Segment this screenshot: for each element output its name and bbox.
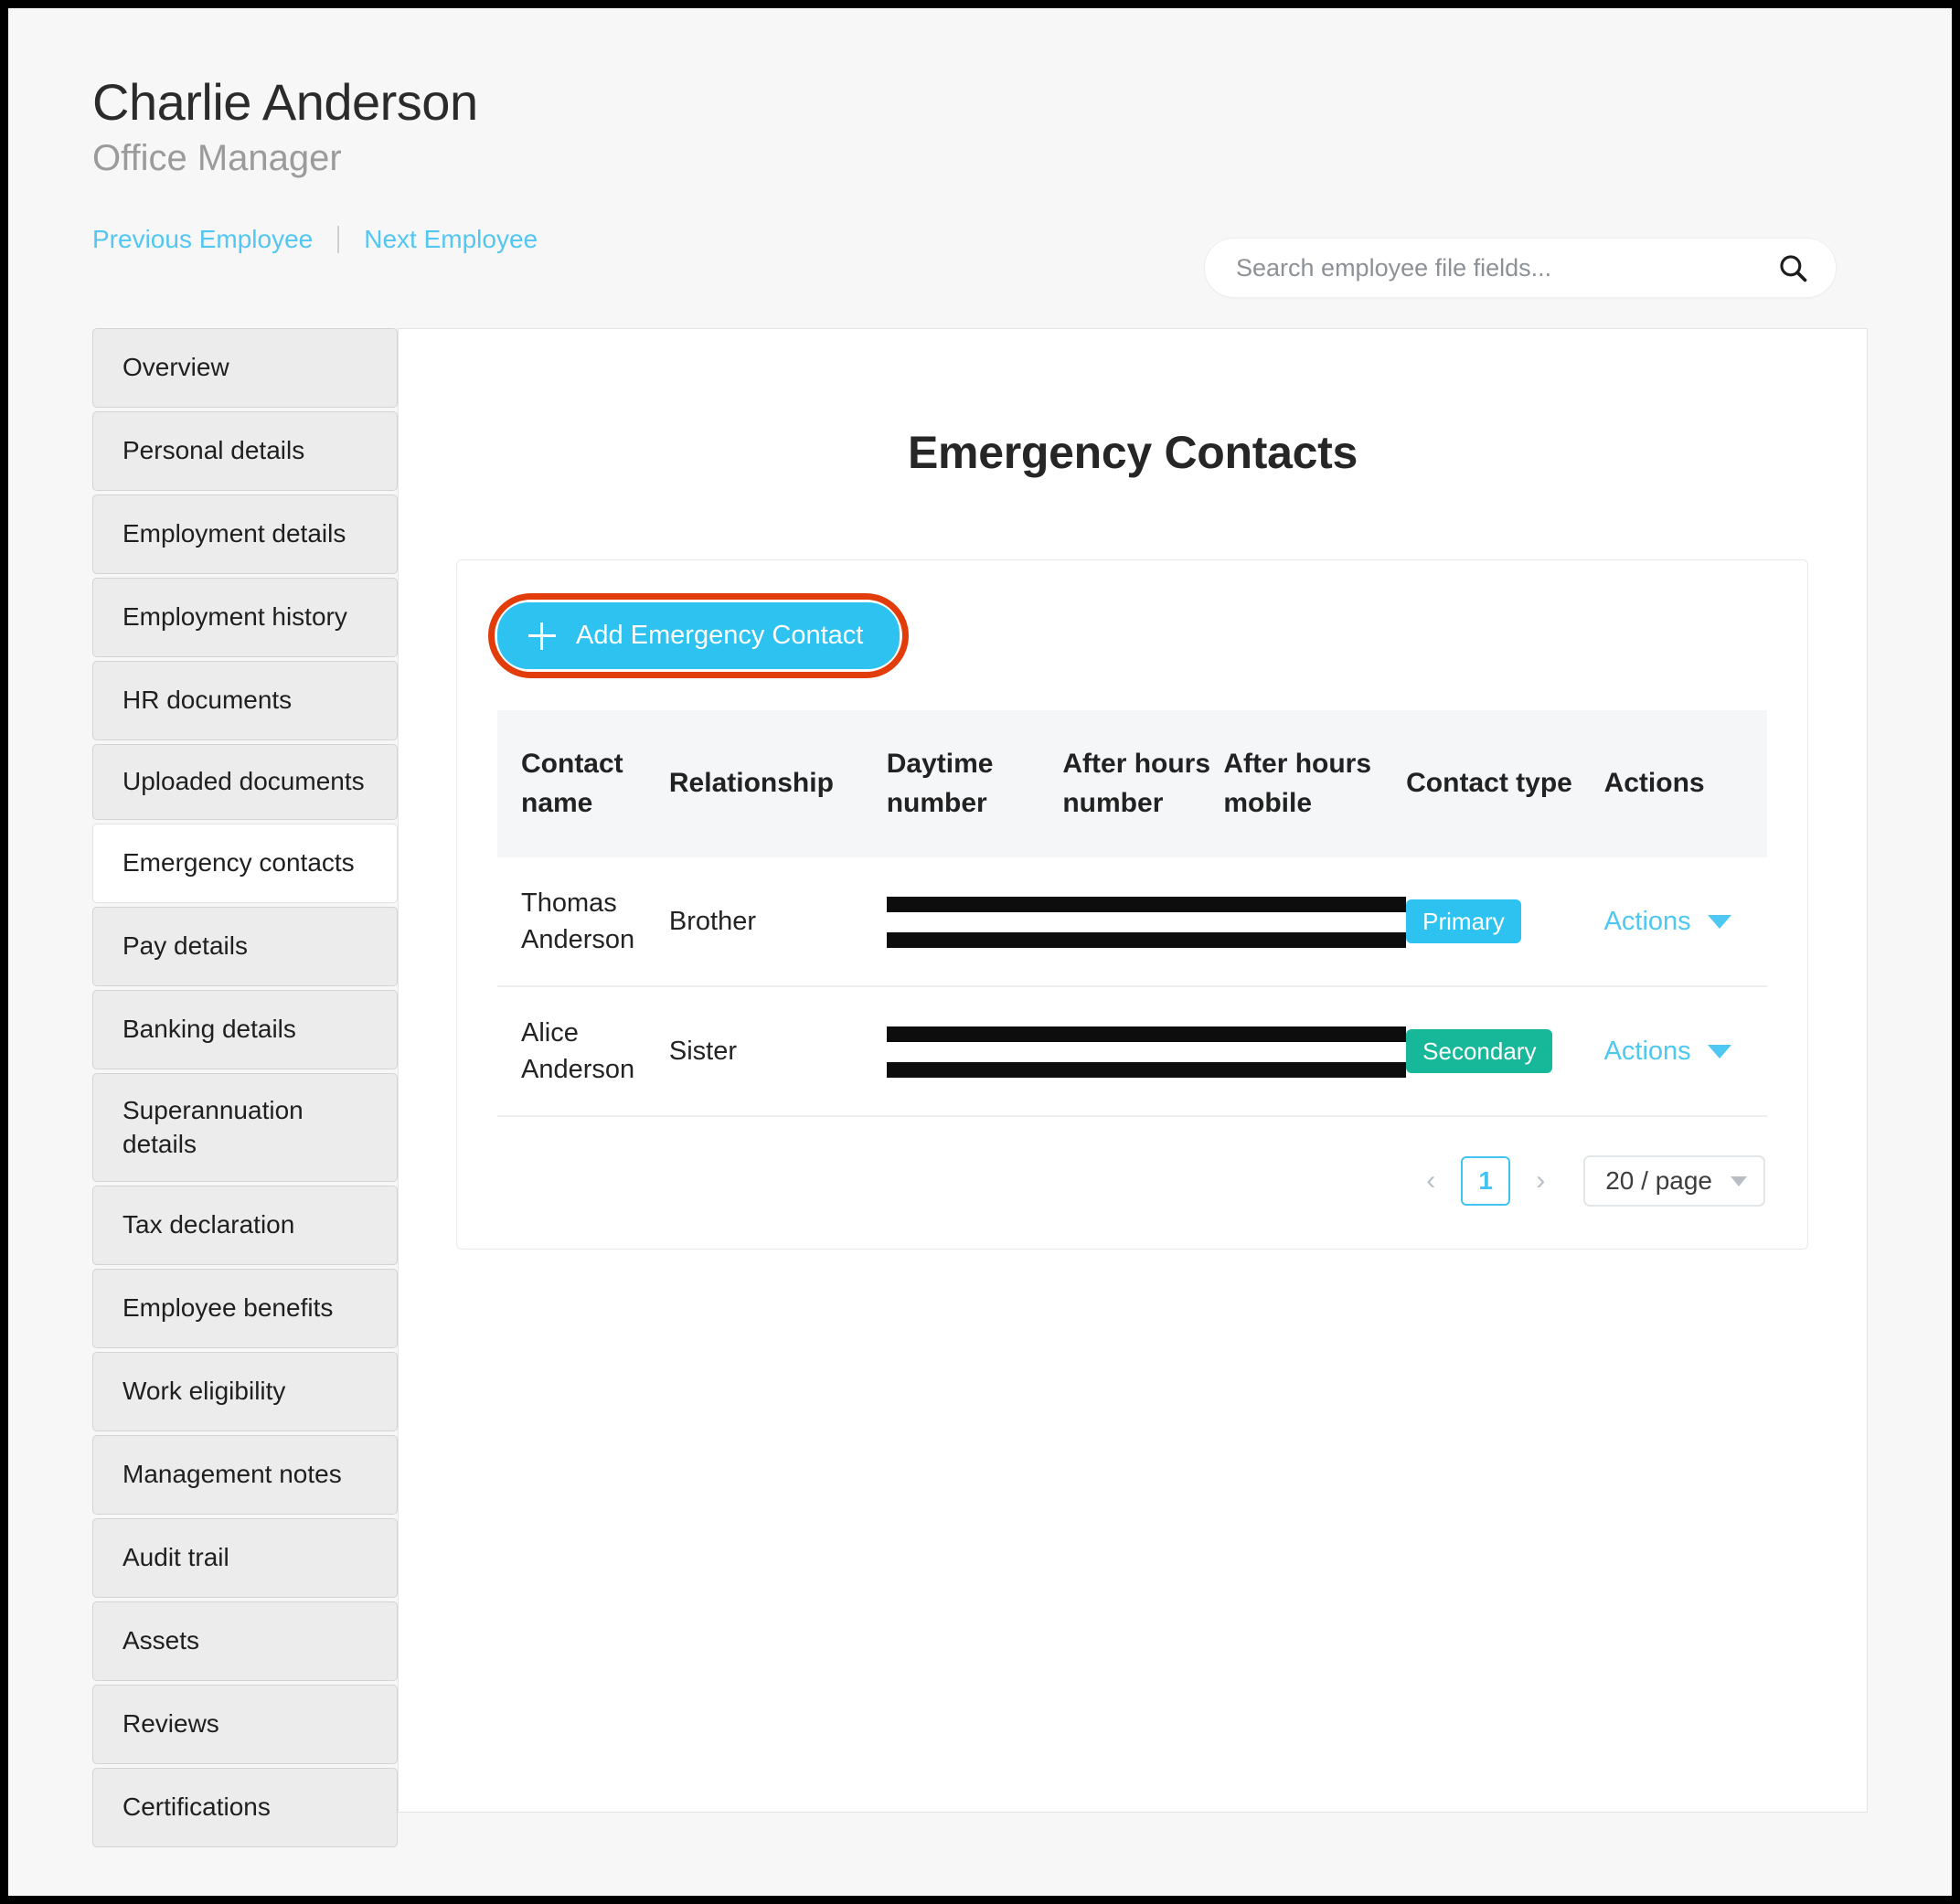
- table-body: Thomas Anderson Brother Primary Actions …: [497, 857, 1767, 1118]
- status-badge: Secondary: [1406, 1029, 1553, 1074]
- row-actions-label: Actions: [1603, 907, 1691, 937]
- column-header-after-hours-number[interactable]: After hours number: [1062, 710, 1223, 857]
- sidebar-item-superannuation-details[interactable]: Superannuation details: [92, 1072, 398, 1183]
- sidebar: Overview Personal details Employment det…: [92, 328, 398, 1851]
- cell-redacted-phone-numbers: [886, 986, 1407, 1118]
- plus-icon: [528, 622, 556, 650]
- sidebar-item-certifications[interactable]: Certifications: [92, 1768, 398, 1848]
- column-header-relationship[interactable]: Relationship: [669, 710, 887, 857]
- add-emergency-contact-label: Add Emergency Contact: [576, 621, 864, 650]
- redaction-bar: [886, 897, 1407, 913]
- previous-employee-link[interactable]: Previous Employee: [92, 225, 313, 254]
- section-title: Emergency Contacts: [908, 427, 1358, 478]
- cell-contact-name: Alice Anderson: [497, 986, 669, 1118]
- column-header-contact-type[interactable]: Contact type: [1406, 710, 1603, 857]
- chevron-down-icon: [1731, 1175, 1747, 1186]
- sidebar-item-audit-trail[interactable]: Audit trail: [92, 1518, 398, 1599]
- add-emergency-contact-button[interactable]: Add Emergency Contact: [497, 602, 900, 669]
- sidebar-item-employee-benefits[interactable]: Employee benefits: [92, 1269, 398, 1349]
- next-employee-link[interactable]: Next Employee: [364, 225, 538, 254]
- sidebar-item-assets[interactable]: Assets: [92, 1601, 398, 1682]
- search-container: [1204, 238, 1837, 298]
- sidebar-item-emergency-contacts[interactable]: Emergency contacts: [92, 823, 398, 903]
- redaction-bars: [886, 1021, 1407, 1081]
- sidebar-item-pay-details[interactable]: Pay details: [92, 906, 398, 986]
- sidebar-item-banking-details[interactable]: Banking details: [92, 989, 398, 1069]
- table-row: Alice Anderson Sister Secondary Actions: [497, 986, 1767, 1118]
- chevron-down-icon: [1707, 914, 1731, 929]
- cell-contact-type: Primary: [1406, 857, 1604, 988]
- column-header-daytime-number[interactable]: Daytime number: [887, 710, 1063, 857]
- cell-actions: Actions: [1603, 986, 1767, 1118]
- sidebar-item-tax-declaration[interactable]: Tax declaration: [92, 1186, 398, 1266]
- nav-divider: [337, 225, 340, 253]
- redaction-bars: [886, 891, 1407, 952]
- cell-relationship: Sister: [668, 986, 887, 1118]
- redaction-bar: [886, 932, 1407, 949]
- page-header: Charlie Anderson Office Manager Previous…: [8, 8, 1952, 254]
- search-input[interactable]: [1236, 253, 1777, 282]
- page-size-value: 20 / page: [1605, 1166, 1712, 1196]
- row-actions-dropdown[interactable]: Actions: [1604, 1033, 1731, 1069]
- sidebar-item-management-notes[interactable]: Management notes: [92, 1435, 398, 1516]
- row-actions-dropdown[interactable]: Actions: [1604, 903, 1731, 940]
- cell-contact-type: Secondary: [1406, 986, 1604, 1118]
- redaction-bar: [886, 1062, 1407, 1079]
- sidebar-item-work-eligibility[interactable]: Work eligibility: [92, 1352, 398, 1432]
- redaction-bar: [886, 1026, 1407, 1043]
- page-title: Charlie Anderson: [92, 73, 478, 131]
- emergency-contacts-table: Contact name Relationship Daytime number…: [497, 710, 1767, 1118]
- column-header-contact-name[interactable]: Contact name: [497, 710, 669, 857]
- search-icon[interactable]: [1777, 252, 1808, 283]
- cell-redacted-phone-numbers: [886, 857, 1407, 988]
- sidebar-item-personal-details[interactable]: Personal details: [92, 410, 398, 491]
- sidebar-item-hr-documents[interactable]: HR documents: [92, 660, 398, 740]
- main-content-card: Emergency Contacts Add Emergency Contact…: [398, 328, 1868, 1813]
- cell-contact-name: Thomas Anderson: [497, 857, 669, 988]
- body-layout: Overview Personal details Employment det…: [92, 328, 1868, 1896]
- search-box[interactable]: [1204, 238, 1837, 298]
- sidebar-item-employment-history[interactable]: Employment history: [92, 577, 398, 657]
- pagination: ‹ 1 › 20 / page: [497, 1155, 1767, 1207]
- add-emergency-contact-container: Add Emergency Contact: [488, 593, 910, 678]
- sidebar-item-uploaded-documents[interactable]: Uploaded documents: [92, 743, 398, 820]
- employee-role: Office Manager: [92, 137, 342, 178]
- column-header-after-hours-mobile[interactable]: After hours mobile: [1223, 710, 1406, 857]
- pagination-page-1[interactable]: 1: [1461, 1156, 1511, 1207]
- pagination-prev-button[interactable]: ‹: [1415, 1165, 1446, 1197]
- table-header-row: Contact name Relationship Daytime number…: [497, 710, 1767, 858]
- sidebar-item-overview[interactable]: Overview: [92, 328, 398, 408]
- sidebar-item-reviews[interactable]: Reviews: [92, 1685, 398, 1765]
- page-size-select[interactable]: 20 / page: [1583, 1155, 1765, 1207]
- status-badge: Primary: [1406, 899, 1521, 944]
- pagination-next-button[interactable]: ›: [1525, 1165, 1556, 1197]
- chevron-down-icon: [1707, 1044, 1731, 1058]
- app-screen: Charlie Anderson Office Manager Previous…: [8, 8, 1952, 1896]
- cell-actions: Actions: [1603, 857, 1767, 988]
- row-actions-label: Actions: [1603, 1037, 1691, 1067]
- column-header-actions: Actions: [1603, 768, 1705, 799]
- cell-relationship: Brother: [668, 857, 887, 988]
- emergency-contacts-panel: Add Emergency Contact Contact name Relat…: [456, 559, 1808, 1250]
- sidebar-item-employment-details[interactable]: Employment details: [92, 494, 398, 574]
- table-row: Thomas Anderson Brother Primary Actions: [497, 857, 1767, 988]
- table-header: Contact name Relationship Daytime number…: [497, 710, 1767, 858]
